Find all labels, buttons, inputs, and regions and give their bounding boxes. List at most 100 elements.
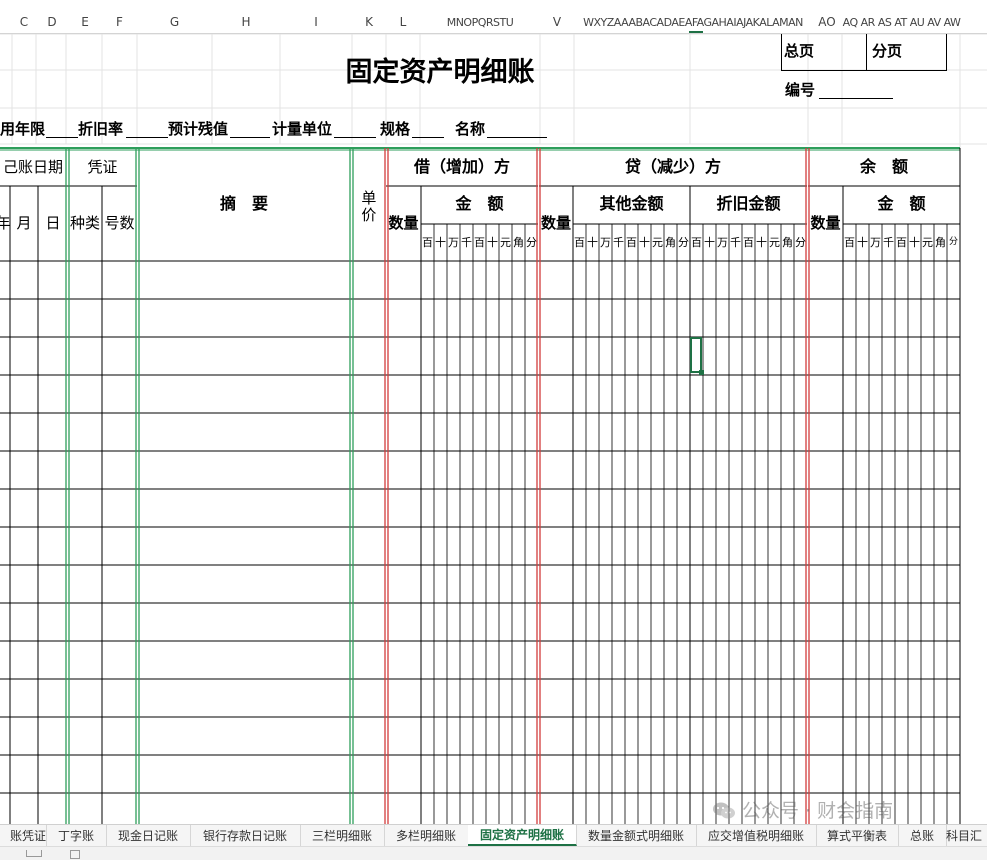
digit-label: 千 <box>613 235 624 249</box>
column-header-cell[interactable]: WXYZAAABACADAEAFAGAHAIAJAKALAMAN <box>574 11 812 33</box>
digit-label: 分 <box>948 236 958 247</box>
page-sub-label: 分页 <box>872 41 903 60</box>
column-header-cell[interactable]: AO <box>812 11 842 33</box>
digit-label: 百 <box>474 235 485 249</box>
header-debit: 借（增加）方 <box>413 157 510 176</box>
info-field-label: 预计残值 <box>168 119 229 138</box>
column-header-cell[interactable]: MNOPQRSTU <box>420 11 540 33</box>
header-date: 己账日期 <box>2 157 63 176</box>
digit-label: 元 <box>652 235 663 249</box>
info-field-underline <box>487 137 547 138</box>
digit-label: 元 <box>922 235 933 249</box>
sheet-tab[interactable]: 应交增值税明细账 <box>696 825 817 846</box>
unit-price-label: 单价 <box>359 190 378 224</box>
digit-label: 千 <box>883 235 894 249</box>
column-header-cell[interactable]: I <box>280 11 352 33</box>
digit-label: 元 <box>500 235 511 249</box>
credit-quantity: 数量 <box>540 213 571 232</box>
info-field-label: 用年限 <box>0 119 46 138</box>
header-credit: 贷（减少）方 <box>624 157 721 176</box>
number-label: 编号 <box>785 80 816 99</box>
digit-label: 万 <box>717 235 728 249</box>
digit-label: 百 <box>743 235 754 249</box>
sheet-tab-bar: 账凭证 丁字账 现金日记账 银行存款日记账 三栏明细账 多栏明细账 固定资产明细账 数量金额式… <box>0 824 987 847</box>
info-field-label: 折旧率 <box>78 119 124 138</box>
info-field-label: 规格 <box>380 119 411 138</box>
digit-label: 角 <box>782 235 793 249</box>
credit-depreciation-amount: 折旧金额 <box>716 194 781 213</box>
column-header-cell[interactable]: L <box>386 11 420 33</box>
fill-handle[interactable] <box>699 370 704 375</box>
header-voucher-no: 号数 <box>104 213 135 232</box>
balance-amount: 金 额 <box>877 194 926 213</box>
header-voucher-type: 种类 <box>69 213 100 232</box>
watermark-text: 公众号 · 财会指南 <box>742 799 894 822</box>
sheet-tab[interactable]: 现金日记账 <box>106 825 191 846</box>
digit-label: 万 <box>600 235 611 249</box>
sheet-tab-active[interactable]: 固定资产明细账 <box>468 825 577 846</box>
info-field-underline <box>334 137 376 138</box>
digit-label: 百 <box>691 235 702 249</box>
info-field-underline <box>412 137 444 138</box>
digit-label: 十 <box>704 235 715 249</box>
column-header-cell[interactable]: AP AQ AR AS AT AU AV AW AX <box>842 11 962 33</box>
debit-amount: 金 额 <box>455 194 504 213</box>
selected-cell[interactable] <box>690 337 702 373</box>
column-header-cell[interactable]: G <box>137 11 212 33</box>
sheet-tab[interactable]: 多栏明细账 <box>384 825 469 846</box>
column-header-cell[interactable]: K <box>352 11 386 33</box>
status-icon <box>26 850 42 857</box>
digit-label: 万 <box>448 235 459 249</box>
number-underline <box>819 98 893 99</box>
column-header-cell[interactable]: C <box>12 11 36 33</box>
header-unit-price: 单价 <box>351 182 385 232</box>
digit-label: 百 <box>626 235 637 249</box>
digit-label: 元 <box>769 235 780 249</box>
header-year: 年 <box>0 213 11 232</box>
sheet-tab[interactable]: 丁字账 <box>46 825 107 846</box>
header-month: 月 <box>16 213 32 232</box>
sheet-tab[interactable]: 银行存款日记账 <box>190 825 301 846</box>
digit-label: 十 <box>487 235 498 249</box>
digit-label: 十 <box>639 235 650 249</box>
digit-label: 角 <box>513 235 524 249</box>
digit-label: 千 <box>730 235 741 249</box>
worksheet-grid[interactable]: 固定资产明细账 总页 分页 编号 用年限 折旧率 预计残值 计量单位 规格 名称 己账日期… <box>0 34 987 824</box>
digit-label: 百 <box>896 235 907 249</box>
header-summary: 摘 要 <box>219 194 268 213</box>
watermark: 公众号 · 财会指南 <box>712 798 962 824</box>
info-field-underline <box>126 137 168 138</box>
info-field-underline <box>230 137 270 138</box>
status-bar <box>0 846 987 860</box>
sheet-tab[interactable]: 算式平衡表 <box>816 825 899 846</box>
sheet-tab[interactable]: 数量金额式明细账 <box>576 825 697 846</box>
sheet-title: 固定资产明细账 <box>345 56 535 88</box>
sheet-tab[interactable]: 科目汇 <box>946 825 987 846</box>
debit-quantity: 数量 <box>388 213 419 232</box>
info-field-underline <box>46 137 78 138</box>
header-day: 日 <box>45 213 61 232</box>
info-field-label: 计量单位 <box>272 119 333 138</box>
digit-label: 十 <box>857 235 868 249</box>
column-header-cell[interactable]: F <box>102 11 137 33</box>
digit-label: 十 <box>756 235 767 249</box>
digit-label: 百 <box>574 235 585 249</box>
sheet-tab[interactable]: 总账 <box>898 825 947 846</box>
column-header-cell[interactable]: E <box>68 11 102 33</box>
digit-label: 百 <box>844 235 855 249</box>
digit-label: 分 <box>526 235 537 249</box>
digit-label: 分 <box>678 235 689 249</box>
digit-label: 千 <box>461 235 472 249</box>
digit-label: 十 <box>435 235 446 249</box>
info-field-label: 名称 <box>455 119 486 138</box>
header-voucher: 凭证 <box>87 157 118 176</box>
column-header-bar: C D E F G H I K L MNOPQRSTU V WXYZAAABACADAEAFAGAHA… <box>0 0 987 34</box>
column-header-cell[interactable]: H <box>212 11 280 33</box>
sheet-tab[interactable]: 账凭证 <box>0 825 47 846</box>
column-header-cell[interactable]: D <box>38 11 66 33</box>
sheet-tab[interactable]: 三栏明细账 <box>300 825 385 846</box>
page-box-divider <box>866 34 867 70</box>
credit-other-amount: 其他金额 <box>599 194 664 213</box>
digit-label: 分 <box>795 235 806 249</box>
column-header-cell[interactable]: V <box>540 11 574 33</box>
